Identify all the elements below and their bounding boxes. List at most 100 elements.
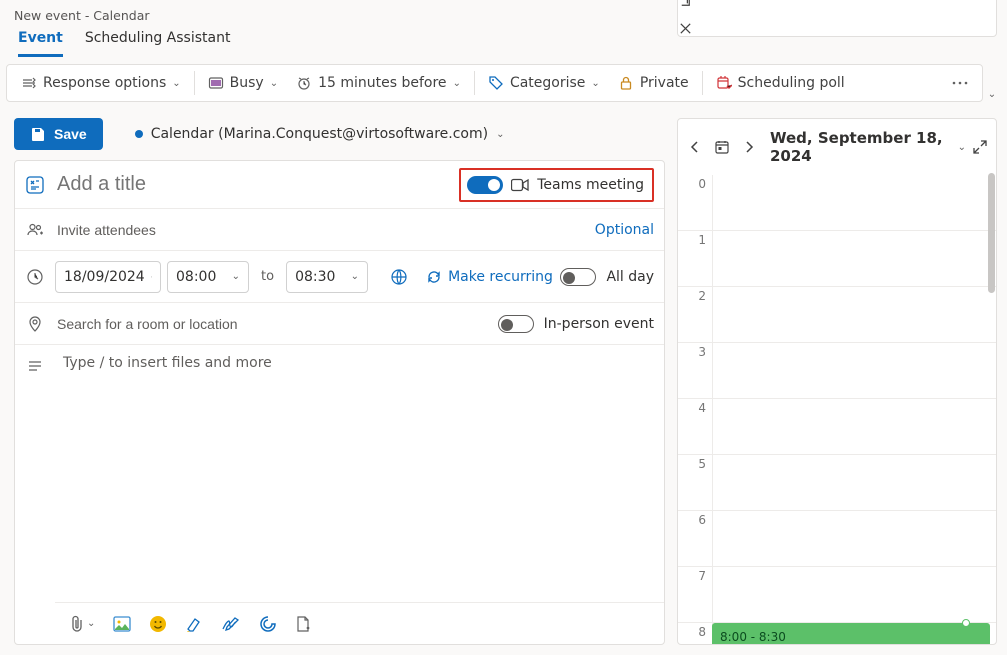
highlight-button[interactable] [185, 615, 203, 633]
start-time-field[interactable]: 08:00 ⌄ [167, 261, 249, 293]
chevron-down-icon: ⌄ [232, 271, 240, 282]
event-block[interactable]: 8:00 - 8:30 [712, 623, 990, 644]
signature-button[interactable] [221, 616, 241, 632]
chevron-down-icon: ⌄ [270, 78, 278, 89]
title-input[interactable] [55, 172, 459, 197]
loop-icon [259, 615, 277, 633]
page-sparkle-icon [295, 615, 311, 633]
insert-image-button[interactable] [113, 616, 131, 632]
day-preview-panel: Wed, September 18, 2024 ⌄ 0 1 2 3 4 5 6 … [677, 118, 997, 645]
description-toolbar: ⌄ [55, 602, 664, 644]
toolbar-row: Response options ⌄ Busy ⌄ 15 minutes bef… [0, 58, 1007, 108]
all-day-toggle[interactable] [560, 268, 596, 286]
title-hint-icon[interactable] [15, 176, 55, 194]
more-button[interactable] [944, 77, 976, 89]
tab-event[interactable]: Event [18, 30, 63, 57]
lock-icon [618, 75, 634, 91]
teams-meeting-label: Teams meeting [537, 177, 644, 193]
response-options-icon [21, 75, 37, 91]
teams-meeting-highlight: Teams meeting [459, 168, 654, 202]
chevron-down-icon: ⌄ [496, 129, 504, 140]
attach-button[interactable]: ⌄ [69, 615, 95, 633]
chevron-down-icon: ⌄ [591, 78, 599, 89]
today-button[interactable] [710, 137, 734, 157]
busy-icon [208, 75, 224, 91]
scheduling-poll-button[interactable]: Scheduling poll [708, 69, 853, 97]
event-resize-handle[interactable] [962, 619, 970, 627]
show-as-button[interactable]: Busy ⌄ [200, 69, 286, 97]
hour-label: 3 [678, 343, 712, 398]
emoji-button[interactable] [149, 615, 167, 633]
clock-icon [15, 268, 55, 286]
preview-date-label: Wed, September 18, 2024 [770, 129, 948, 165]
window: New event - Calendar Event Scheduling As… [0, 0, 1007, 655]
window-title: New event - Calendar [14, 8, 150, 23]
description-icon [15, 345, 55, 644]
form-panel: Save Calendar (Marina.Conquest@virtosoft… [14, 118, 665, 645]
calendar-picker[interactable]: Calendar (Marina.Conquest@virtosoftware.… [135, 126, 505, 142]
close-icon[interactable] [678, 21, 996, 36]
all-day-label: All day [606, 269, 654, 285]
hour-label: 5 [678, 455, 712, 510]
timezone-button[interactable] [390, 268, 408, 286]
scrollbar-thumb[interactable] [988, 173, 995, 293]
attendees-input[interactable] [55, 221, 595, 239]
chevron-right-icon [744, 140, 754, 154]
calendar-today-icon [714, 139, 730, 155]
image-icon [113, 616, 131, 632]
start-date-field[interactable]: 18/09/2024 [55, 261, 161, 293]
toolbar: Response options ⌄ Busy ⌄ 15 minutes bef… [6, 64, 983, 102]
chevron-left-icon [690, 140, 700, 154]
recurring-icon [426, 269, 442, 285]
prev-day-button[interactable] [686, 138, 704, 156]
private-button[interactable]: Private [610, 69, 697, 97]
title-bar: New event - Calendar [0, 0, 1007, 30]
scheduling-poll-icon [716, 75, 732, 91]
chevron-down-icon[interactable]: ⌄ [958, 142, 966, 153]
loop-component-button[interactable] [259, 615, 277, 633]
hour-label: 1 [678, 231, 712, 286]
calendar-color-dot [135, 130, 143, 138]
chevron-down-icon: ⌄ [87, 618, 95, 629]
chevron-down-icon: ⌄ [172, 78, 180, 89]
scrollbar[interactable] [986, 169, 996, 589]
chevron-down-icon: ⌄ [453, 78, 461, 89]
hour-label: 6 [678, 511, 712, 566]
optional-link[interactable]: Optional [595, 222, 654, 238]
time-grid[interactable]: 0 1 2 3 4 5 6 7 8 8:00 - 8:30 [678, 175, 996, 644]
ribbon-expand-button[interactable]: ⌄ [983, 64, 1001, 102]
globe-icon [390, 268, 408, 286]
pen-signature-icon [221, 616, 241, 632]
teams-meeting-toggle[interactable] [467, 176, 503, 194]
end-time-field[interactable]: 08:30 ⌄ [286, 261, 368, 293]
alarm-icon [296, 75, 312, 91]
categorise-button[interactable]: Categorise ⌄ [480, 69, 608, 97]
hour-label: 4 [678, 399, 712, 454]
response-options-button[interactable]: Response options ⌄ [13, 69, 189, 97]
location-icon [15, 315, 55, 333]
save-icon [30, 126, 46, 142]
hour-label: 0 [678, 175, 712, 230]
in-person-toggle[interactable] [498, 315, 534, 333]
popout-icon[interactable] [678, 0, 996, 9]
tab-scheduling-assistant[interactable]: Scheduling Assistant [85, 30, 231, 57]
video-icon [511, 178, 529, 192]
paperclip-icon [69, 615, 85, 633]
emoji-icon [149, 615, 167, 633]
chevron-down-icon: ⌄ [351, 271, 359, 282]
description-input[interactable] [55, 345, 664, 602]
save-button[interactable]: Save [14, 118, 103, 150]
people-icon [15, 221, 55, 239]
hour-label: 8 [678, 623, 712, 644]
next-day-button[interactable] [740, 138, 758, 156]
to-label: to [255, 269, 280, 284]
make-recurring-button[interactable]: Make recurring [426, 269, 553, 285]
ellipsis-icon [952, 81, 968, 85]
content: Save Calendar (Marina.Conquest@virtosoft… [0, 108, 1007, 655]
expand-preview-button[interactable] [972, 139, 988, 155]
highlighter-icon [185, 615, 203, 633]
editor-more-button[interactable] [295, 615, 311, 633]
hour-label: 7 [678, 567, 712, 622]
location-input[interactable] [55, 315, 498, 333]
reminder-button[interactable]: 15 minutes before ⌄ [288, 69, 469, 97]
